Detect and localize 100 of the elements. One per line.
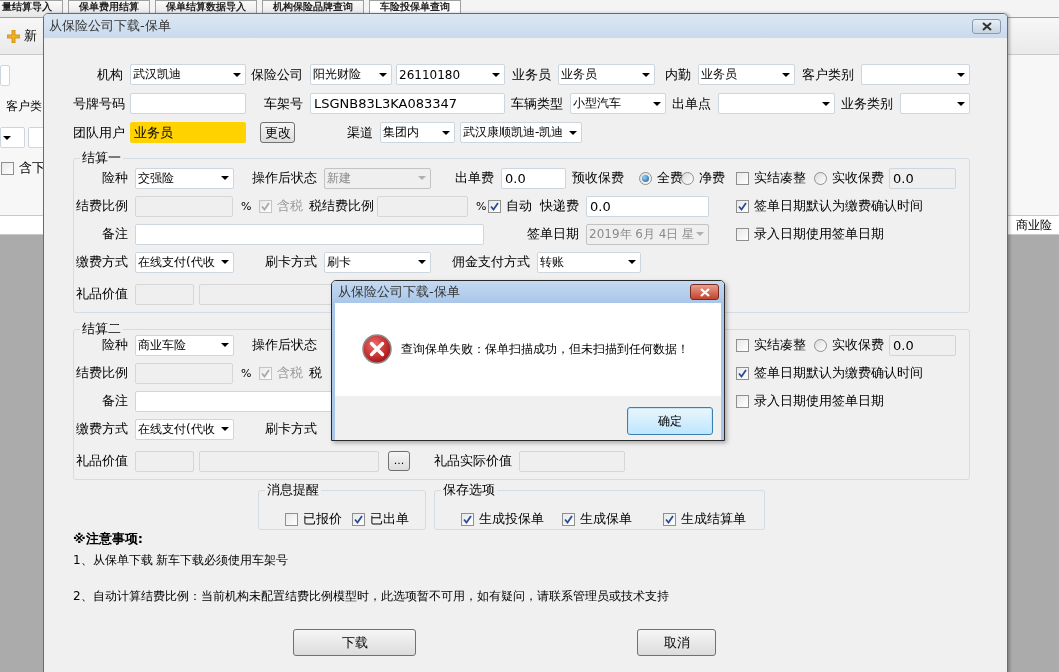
checkbox-label: 生成投保单 [479, 510, 544, 528]
caret-icon [782, 72, 790, 77]
caret-icon [696, 232, 704, 236]
field-label: 操作后状态 [251, 336, 318, 354]
plus-icon [7, 29, 20, 43]
checkbox[interactable] [736, 366, 749, 380]
caret-icon [492, 72, 500, 77]
radio-label: 净费 [699, 169, 725, 187]
field-label: 车架号 [263, 94, 304, 113]
field-label: 礼品价值 [75, 285, 129, 303]
field-label: 结费比例 [75, 197, 129, 215]
checkbox[interactable] [1, 161, 14, 175]
field-label: 号牌号码 [73, 94, 126, 113]
checkbox[interactable] [562, 512, 575, 526]
field-label: 签单日期 [526, 225, 580, 243]
dropdown[interactable]: 业务员 [558, 64, 655, 85]
field-label: 出单点 [671, 94, 712, 113]
caret-icon [442, 130, 450, 135]
checkbox-label: 实结凑整 [754, 169, 806, 187]
caret-icon [221, 260, 229, 264]
field-label: 预收保费 [571, 169, 625, 187]
checkbox[interactable] [488, 199, 501, 213]
caret-icon [221, 427, 229, 431]
radio-button[interactable] [814, 338, 827, 352]
caret-icon [221, 176, 229, 180]
dropdown[interactable]: 刷卡 [324, 251, 431, 273]
field-label: 礼品价值 [75, 452, 129, 470]
checkbox-label: 已出单 [370, 510, 409, 528]
dropdown[interactable]: 在线支付(代收 [135, 251, 234, 273]
close-button[interactable] [972, 18, 1001, 34]
text-field[interactable]: 0.0 [889, 167, 956, 189]
close-icon [981, 21, 992, 31]
checkbox[interactable] [663, 512, 676, 526]
field-label: 渠道 [346, 123, 374, 142]
dropdown[interactable]: 商业车险 [135, 334, 234, 356]
checkbox[interactable] [736, 227, 749, 241]
field-label: 刷卡方式 [264, 420, 318, 438]
radio-label: 全费 [657, 169, 683, 187]
dropdown[interactable]: 武汉凯迪 [130, 64, 246, 85]
caret-icon [822, 101, 830, 106]
unit-label: % [240, 199, 253, 213]
checkbox[interactable] [285, 512, 298, 526]
field-label: 车辆类型 [510, 94, 564, 113]
dialog-button[interactable]: 下载 [293, 629, 416, 656]
text-field[interactable] [0, 65, 10, 86]
radio-button[interactable] [681, 171, 694, 185]
dropdown[interactable]: 在线支付(代收 [135, 418, 234, 440]
checkbox-label: 实结凑整 [754, 336, 806, 354]
field-label: 团队用户 [73, 123, 126, 142]
caret-icon [653, 101, 661, 106]
radio-button[interactable] [814, 171, 827, 185]
checkbox[interactable] [736, 199, 749, 213]
field-label: 保险公司 [250, 65, 304, 84]
dropdown[interactable]: 业务员 [698, 64, 795, 85]
text-field[interactable]: 0.0 [586, 195, 709, 217]
ok-button[interactable]: 确定 [627, 407, 713, 435]
text-field[interactable] [135, 223, 484, 245]
dropdown[interactable]: 小型汽车 [570, 93, 666, 114]
text-field[interactable]: LSGNB83L3KA083347 [310, 93, 505, 114]
checkbox[interactable] [736, 171, 749, 185]
radio-button[interactable] [639, 171, 652, 185]
text-field[interactable]: 业务员 [130, 122, 246, 143]
checkbox[interactable] [352, 512, 365, 526]
form-button[interactable]: ... [388, 451, 410, 471]
field-label: 税 [308, 364, 323, 382]
group-title: 消息提醒 [265, 482, 321, 497]
text-field[interactable]: 0.0 [889, 334, 956, 356]
field-label: 税结费比例 [308, 197, 375, 215]
checkbox-label: 含下 [19, 159, 45, 177]
field-label: 礼品实际价值 [433, 452, 513, 470]
caret-icon [3, 135, 11, 140]
dialog-button[interactable]: 取消 [637, 629, 716, 656]
caret-icon [379, 72, 387, 77]
dropdown[interactable]: 26110180 [396, 64, 505, 85]
dropdown[interactable]: 集团内 [380, 122, 455, 143]
form-button[interactable]: 更改 [260, 122, 295, 143]
checkbox-label: 签单日期默认为缴费确认时间 [754, 364, 923, 382]
checkbox[interactable] [461, 512, 474, 526]
field-label: 内勤 [664, 65, 692, 84]
add-button[interactable]: 新 [7, 27, 37, 45]
unit-label: % [240, 366, 253, 380]
field-label: 备注 [101, 392, 129, 410]
text-field[interactable] [130, 93, 246, 114]
field-label: 险种 [101, 336, 129, 354]
tab[interactable]: 量结算导入 [0, 0, 63, 17]
caret-icon [957, 101, 965, 106]
dropdown[interactable]: 交强险 [135, 167, 234, 189]
caret-icon [628, 260, 636, 264]
caret-icon [642, 72, 650, 77]
text-field[interactable]: 0.0 [501, 167, 566, 189]
field-label: 客户类别 [801, 65, 855, 84]
checkbox[interactable] [736, 338, 749, 352]
dropdown[interactable]: 阳光财险 [310, 64, 392, 85]
close-icon [699, 287, 710, 297]
dropdown[interactable]: 转账 [537, 251, 641, 273]
close-button[interactable] [690, 284, 719, 300]
dropdown[interactable]: 武汉康顺凯迪-凯迪 [460, 122, 582, 143]
checkbox[interactable] [736, 394, 749, 408]
dropdown[interactable] [0, 127, 25, 148]
group-title: 保存选项 [441, 482, 497, 497]
